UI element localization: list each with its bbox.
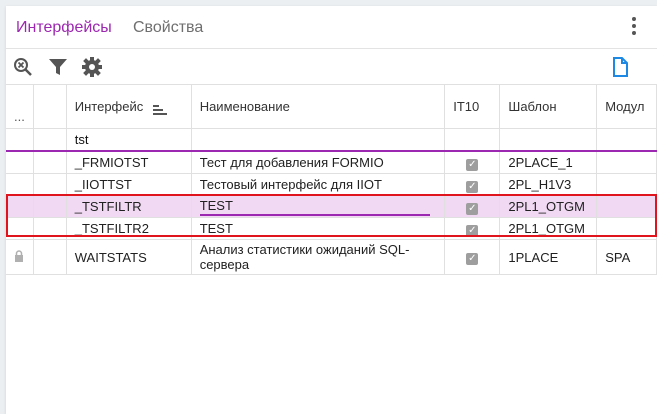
filter-name-input[interactable] bbox=[191, 128, 446, 152]
filter-icon[interactable] bbox=[47, 56, 69, 78]
clear-filter-icon[interactable] bbox=[12, 56, 34, 78]
tab-bar: Интерфейсы Свойства bbox=[6, 6, 657, 49]
column-header-module[interactable]: Модул bbox=[596, 85, 657, 129]
toolbar bbox=[6, 48, 657, 84]
template-cell[interactable]: 2PLACE_1 bbox=[499, 151, 598, 174]
header-row: ... Интерфейс Наименование IT10 Шаблон М… bbox=[6, 85, 657, 129]
column-header-lock bbox=[33, 85, 67, 129]
row-cell bbox=[6, 195, 34, 218]
row-lock-cell bbox=[33, 151, 67, 174]
template-cell[interactable]: 2PL1_OTGM bbox=[499, 195, 598, 218]
name-edit-input[interactable]: TEST bbox=[199, 198, 430, 216]
template-cell[interactable]: 2PL1_OTGM bbox=[499, 217, 598, 240]
row-cell bbox=[6, 217, 34, 240]
table-row[interactable]: _FRMIOTST Тест для добавления FORMIO ✓ 2… bbox=[6, 151, 657, 174]
it10-checkbox[interactable]: ✓ bbox=[444, 195, 501, 218]
name-cell[interactable]: Анализ статистики ожиданий SQL-сервера bbox=[191, 239, 446, 275]
template-cell[interactable]: 1PLACE bbox=[499, 239, 598, 275]
filter-row: tst bbox=[6, 128, 657, 152]
row-cell bbox=[33, 239, 67, 275]
module-cell[interactable] bbox=[596, 217, 657, 240]
document-icon[interactable] bbox=[609, 56, 631, 78]
module-cell[interactable]: SPA bbox=[596, 239, 657, 275]
column-header-dots[interactable]: ... bbox=[6, 85, 34, 129]
row-cell bbox=[6, 151, 34, 174]
gear-icon[interactable] bbox=[81, 56, 103, 78]
filter-cell bbox=[33, 128, 67, 152]
tab-properties[interactable]: Свойства bbox=[133, 19, 203, 37]
interface-cell[interactable]: _FRMIOTST bbox=[66, 151, 192, 174]
filter-cell bbox=[6, 128, 34, 152]
filter-module-input[interactable] bbox=[596, 128, 657, 152]
column-header-template[interactable]: Шаблон bbox=[499, 85, 598, 129]
more-menu-icon[interactable] bbox=[631, 17, 637, 37]
column-header-interface[interactable]: Интерфейс bbox=[66, 85, 192, 129]
it10-checkbox[interactable]: ✓ bbox=[444, 173, 501, 196]
interfaces-grid: ... Интерфейс Наименование IT10 Шаблон М… bbox=[6, 84, 657, 414]
it10-checkbox[interactable]: ✓ bbox=[444, 239, 501, 275]
row-lock-cell bbox=[33, 173, 67, 196]
it10-checkbox[interactable]: ✓ bbox=[444, 217, 501, 240]
interface-cell[interactable]: _IIOTTST bbox=[66, 173, 192, 196]
table-row-selected[interactable]: _TSTFILTR TEST ✓ 2PL1_OTGM bbox=[6, 195, 657, 218]
filter-template-input[interactable] bbox=[499, 128, 598, 152]
filter-it10-input[interactable] bbox=[444, 128, 501, 152]
module-cell[interactable] bbox=[596, 195, 657, 218]
interface-cell[interactable]: _TSTFILTR2 bbox=[66, 217, 192, 240]
name-cell[interactable]: TEST bbox=[191, 217, 446, 240]
name-cell-editing[interactable]: TEST bbox=[191, 195, 446, 218]
name-cell[interactable]: Тест для добавления FORMIO bbox=[191, 151, 446, 174]
row-lock-cell bbox=[33, 217, 67, 240]
column-header-name[interactable]: Наименование bbox=[191, 85, 446, 129]
tab-interfaces[interactable]: Интерфейсы bbox=[16, 19, 112, 37]
row-lock-cell bbox=[33, 195, 67, 218]
interfaces-table: ... Интерфейс Наименование IT10 Шаблон М… bbox=[6, 85, 657, 275]
interfaces-panel: Интерфейсы Свойства ... Интерфейс Наимен… bbox=[6, 6, 657, 414]
module-cell[interactable] bbox=[596, 173, 657, 196]
lock-icon bbox=[14, 249, 24, 265]
interface-cell[interactable]: WAITSTATS bbox=[66, 239, 192, 275]
template-cell[interactable]: 2PL_H1V3 bbox=[499, 173, 598, 196]
table-row[interactable]: WAITSTATS Анализ статистики ожиданий SQL… bbox=[6, 239, 657, 275]
table-row[interactable]: _TSTFILTR2 TEST ✓ 2PL1_OTGM bbox=[6, 217, 657, 240]
interface-cell[interactable]: _TSTFILTR bbox=[66, 195, 192, 218]
sort-icon[interactable] bbox=[152, 103, 167, 115]
table-row[interactable]: _IIOTTST Тестовый интерфейс для IIOT ✓ 2… bbox=[6, 173, 657, 196]
row-lock-cell bbox=[6, 239, 34, 275]
module-cell[interactable] bbox=[596, 151, 657, 174]
filter-interface-input[interactable]: tst bbox=[66, 128, 192, 152]
name-cell[interactable]: Тестовый интерфейс для IIOT bbox=[191, 173, 446, 196]
row-cell bbox=[6, 173, 34, 196]
it10-checkbox[interactable]: ✓ bbox=[444, 151, 501, 174]
column-header-it10[interactable]: IT10 bbox=[444, 85, 501, 129]
